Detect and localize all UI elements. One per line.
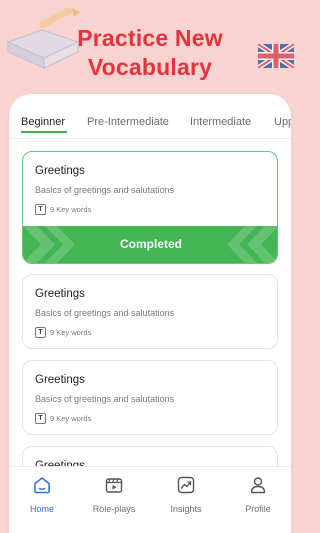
roleplay-icon [105,478,123,493]
text-icon: T [35,326,46,338]
home-icon [34,477,50,494]
course-meta: T 9 Key words [35,203,91,215]
text-icon: T [35,203,46,215]
nav-insights[interactable]: Insights [156,475,216,514]
course-meta: T 9 Key words [35,326,91,338]
text-icon: T [35,412,46,424]
insights-icon [177,476,195,494]
tab-beginner[interactable]: Beginner [21,114,65,138]
key-words-count: 9 Key words [50,204,92,214]
course-card[interactable]: Greetings Basics of greetings and saluta… [22,274,278,349]
course-title: Greetings [35,374,85,386]
course-subtitle: Basics of greetings and salutations [35,308,175,318]
nav-profile[interactable]: Profile [228,475,288,514]
course-subtitle: Basics of greetings and salutations [35,394,175,404]
nav-profile-label: Profile [245,504,271,514]
bottom-nav: Home Role-plays Insights Profile [9,466,291,533]
course-meta: T 9 Key words [35,412,91,424]
key-words-count: 9 Key words [50,327,92,337]
nav-role-plays[interactable]: Role-plays [84,475,144,514]
active-tab-indicator [21,131,67,133]
course-subtitle: Basics of greetings and salutations [35,185,175,195]
nav-insights-label: Insights [170,504,202,514]
tabs-divider [9,138,291,139]
course-card[interactable]: Greetings Basics of greetings and saluta… [22,360,278,435]
completed-label: Completed [119,237,182,251]
tab-intermediate[interactable]: Intermediate [190,114,251,138]
profile-icon [250,477,266,494]
tab-upper-intermediate[interactable]: Upp [274,114,291,138]
app-screen: Beginner Pre-Intermediate Intermediate U… [9,94,291,533]
key-words-count: 9 Key words [50,413,92,423]
course-card[interactable]: Greetings Basics of greetings and saluta… [22,151,278,264]
headline-line-1: Practice New [77,25,223,51]
level-tabs: Beginner Pre-Intermediate Intermediate U… [9,114,291,138]
headline-line-2: Vocabulary [87,54,213,80]
nav-home-label: Home [29,504,54,514]
completed-banner[interactable]: Completed [23,226,277,263]
tab-pre-intermediate[interactable]: Pre-Intermediate [87,114,169,138]
page-headline: Practice New Vocabulary [0,24,300,82]
nav-role-plays-label: Role-plays [92,504,136,514]
course-title: Greetings [35,165,85,177]
course-title: Greetings [35,288,85,300]
nav-home[interactable]: Home [12,475,72,514]
